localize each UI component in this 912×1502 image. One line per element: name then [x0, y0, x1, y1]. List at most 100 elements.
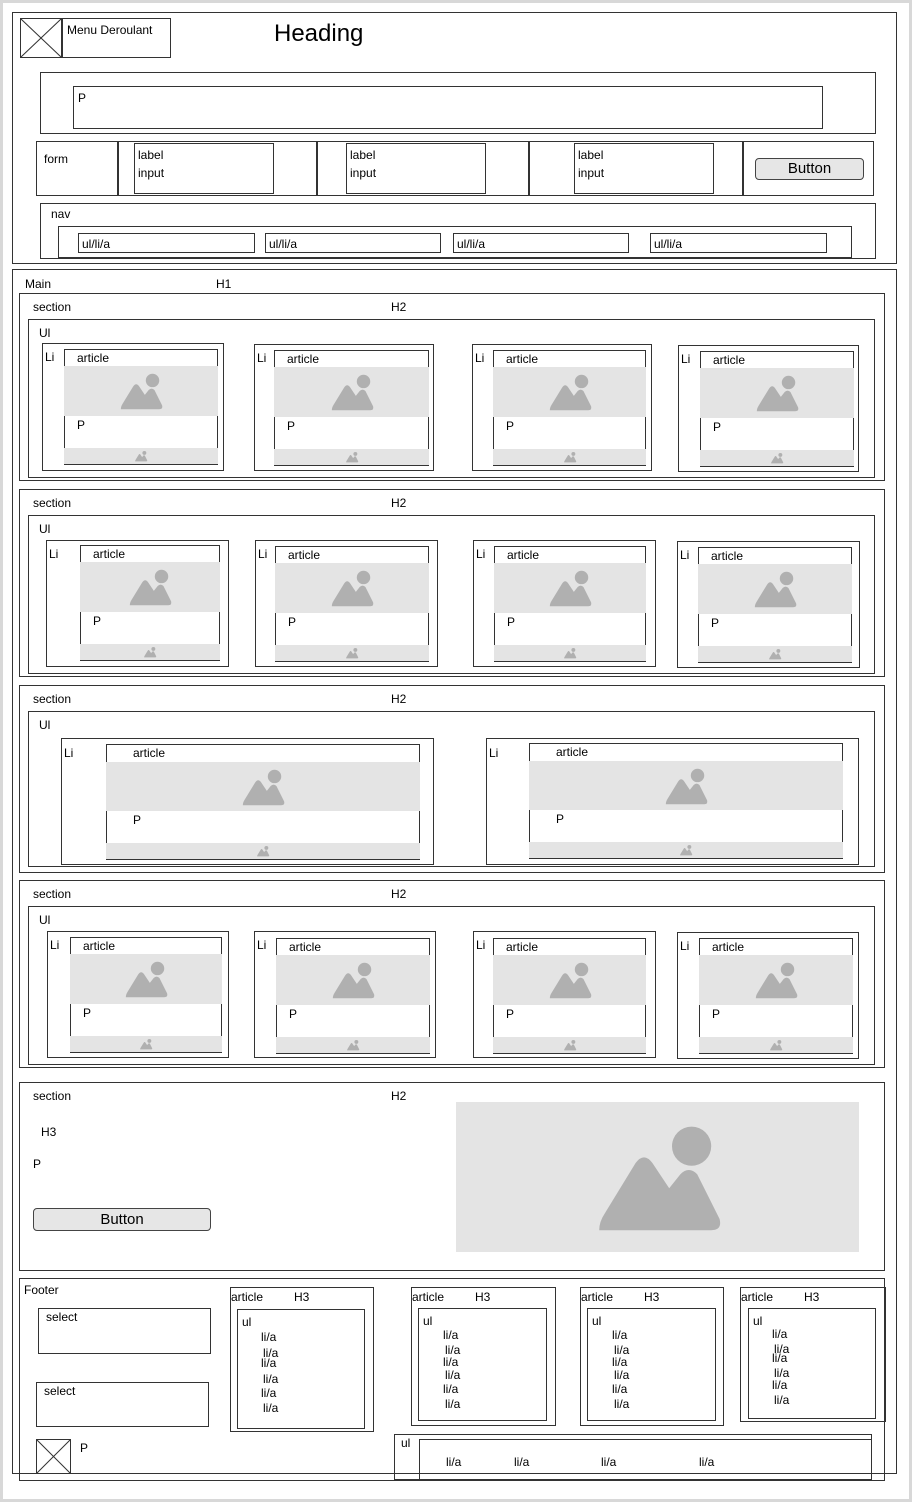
footer-ul-label: ul: [242, 1315, 252, 1329]
li-label: Li: [64, 746, 74, 760]
article-image-icon: [106, 762, 420, 811]
article-p: P: [506, 1007, 515, 1021]
article-p: P: [712, 1007, 721, 1021]
article-footer-image-icon: [494, 645, 646, 661]
nav-link-label: ul/li/a: [457, 237, 486, 251]
article-image-icon: [698, 564, 852, 614]
article-image-icon: [80, 562, 220, 612]
article-label: article: [713, 353, 746, 367]
footer-bottom-link[interactable]: li/a: [699, 1455, 714, 1469]
li-label: Li: [476, 547, 486, 561]
article-footer-image-icon: [106, 843, 420, 859]
footer-link[interactable]: li/a: [612, 1382, 627, 1396]
nav-link-label: ul/li/a: [269, 237, 298, 251]
footer-article-ul: [418, 1308, 547, 1421]
form-field-label: label: [350, 148, 376, 162]
form-submit-button[interactable]: Button: [755, 158, 864, 180]
footer-bottom-link[interactable]: li/a: [446, 1455, 461, 1469]
article-image-icon: [699, 955, 853, 1005]
article-p: P: [93, 614, 102, 628]
li-label: Li: [50, 938, 60, 952]
article-footer-image-icon: [529, 842, 843, 858]
footer-article-ul: [587, 1308, 716, 1421]
nav-label: nav: [51, 207, 71, 221]
footer-link[interactable]: li/a: [263, 1401, 278, 1415]
footer-link[interactable]: li/a: [445, 1397, 460, 1411]
article-label: article: [712, 940, 745, 954]
footer-p: P: [80, 1441, 89, 1455]
article-label: article: [506, 352, 539, 366]
li-label: Li: [258, 547, 268, 561]
footer-article-label: article: [741, 1290, 774, 1304]
form-field-input: input: [578, 166, 605, 180]
footer-link[interactable]: li/a: [774, 1393, 789, 1407]
menu-deroulant-label: Menu Deroulant: [67, 23, 153, 37]
li-label: Li: [476, 938, 486, 952]
nav-link-label: ul/li/a: [82, 237, 111, 251]
header-p-label: P: [78, 91, 87, 105]
article-label: article: [287, 352, 320, 366]
footer-bottom-link[interactable]: li/a: [601, 1455, 616, 1469]
footer-link[interactable]: li/a: [263, 1372, 278, 1386]
section5-image-icon: [456, 1102, 859, 1252]
footer-link[interactable]: li/a: [612, 1355, 627, 1369]
article-footer-image-icon: [80, 644, 220, 660]
article-image-icon: [700, 368, 854, 418]
footer-ul-label: ul: [592, 1314, 602, 1328]
article-label: article: [77, 351, 110, 365]
article-p: P: [288, 615, 297, 629]
article-p: P: [711, 616, 720, 630]
footer-link[interactable]: li/a: [443, 1382, 458, 1396]
article-image-icon: [493, 367, 646, 417]
footer-link[interactable]: li/a: [772, 1327, 787, 1341]
footer-link[interactable]: li/a: [612, 1328, 627, 1342]
li-label: Li: [680, 548, 690, 562]
footer-link[interactable]: li/a: [261, 1386, 276, 1400]
footer-bottom-ul-label: ul: [401, 1436, 411, 1450]
article-label: article: [506, 940, 539, 954]
footer-article-label: article: [412, 1290, 445, 1304]
section-h2: H2: [391, 496, 407, 510]
article-label: article: [711, 549, 744, 563]
footer-link[interactable]: li/a: [614, 1397, 629, 1411]
li-label: Li: [475, 351, 485, 365]
ul-label: Ul: [39, 718, 51, 732]
section5-button[interactable]: Button: [33, 1208, 211, 1231]
nav-link-label: ul/li/a: [654, 237, 683, 251]
footer-link[interactable]: li/a: [772, 1351, 787, 1365]
article-footer-image-icon: [276, 1037, 430, 1053]
article-p: P: [507, 615, 516, 629]
li-label: Li: [257, 351, 267, 365]
footer-link[interactable]: li/a: [445, 1368, 460, 1382]
article-p: P: [289, 1007, 298, 1021]
footer-article-ul: [237, 1309, 365, 1429]
footer-article-h3: H3: [644, 1290, 660, 1304]
footer-article-h3: H3: [475, 1290, 491, 1304]
section5-p: P: [33, 1157, 42, 1171]
form-label: form: [44, 152, 68, 166]
footer-bottom-link[interactable]: li/a: [514, 1455, 529, 1469]
footer-link[interactable]: li/a: [614, 1368, 629, 1382]
article-image-icon: [275, 563, 429, 613]
footer-select-label: select: [44, 1384, 76, 1398]
footer-link[interactable]: li/a: [772, 1378, 787, 1392]
section-h2: H2: [391, 1089, 407, 1103]
article-label: article: [133, 746, 166, 760]
footer-link[interactable]: li/a: [261, 1330, 276, 1344]
form-field-label: label: [138, 148, 164, 162]
li-label: Li: [49, 547, 59, 561]
article-footer-image-icon: [274, 449, 429, 465]
footer-link[interactable]: li/a: [261, 1356, 276, 1370]
main-label: Main: [25, 277, 52, 291]
form-field-input: input: [350, 166, 377, 180]
article-image-icon: [529, 761, 843, 810]
footer-link[interactable]: li/a: [443, 1355, 458, 1369]
form-field-input: input: [138, 166, 165, 180]
article-p: P: [713, 420, 722, 434]
article-footer-image-icon: [70, 1036, 222, 1052]
section-h2: H2: [391, 300, 407, 314]
article-image-icon: [276, 955, 430, 1005]
footer-link[interactable]: li/a: [443, 1328, 458, 1342]
footer-bottom-list: [419, 1439, 872, 1480]
li-label: Li: [681, 352, 691, 366]
